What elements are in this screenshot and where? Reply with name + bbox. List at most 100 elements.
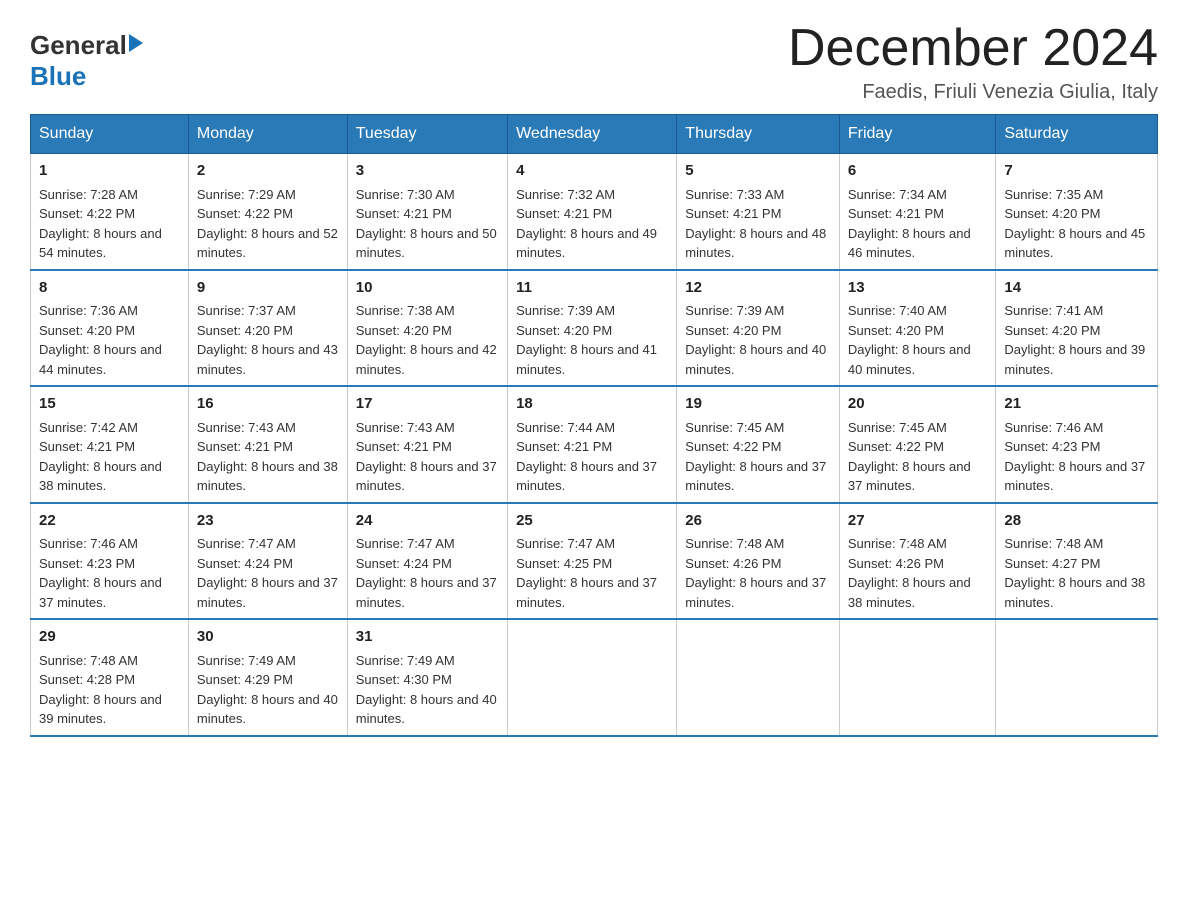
- calendar-cell: 23 Sunrise: 7:47 AMSunset: 4:24 PMDaylig…: [188, 503, 347, 620]
- day-number: 1: [39, 160, 180, 183]
- day-number: 3: [356, 160, 499, 183]
- day-info: Sunrise: 7:29 AMSunset: 4:22 PMDaylight:…: [197, 187, 338, 261]
- calendar-table: SundayMondayTuesdayWednesdayThursdayFrid…: [30, 114, 1158, 737]
- day-info: Sunrise: 7:47 AMSunset: 4:25 PMDaylight:…: [516, 536, 657, 610]
- calendar-cell: 14 Sunrise: 7:41 AMSunset: 4:20 PMDaylig…: [996, 270, 1158, 387]
- day-number: 28: [1004, 510, 1149, 533]
- calendar-cell: 28 Sunrise: 7:48 AMSunset: 4:27 PMDaylig…: [996, 503, 1158, 620]
- day-number: 9: [197, 277, 339, 300]
- day-number: 22: [39, 510, 180, 533]
- calendar-cell: 6 Sunrise: 7:34 AMSunset: 4:21 PMDayligh…: [839, 154, 995, 270]
- day-number: 16: [197, 393, 339, 416]
- day-info: Sunrise: 7:39 AMSunset: 4:20 PMDaylight:…: [685, 303, 826, 377]
- calendar-header-row: SundayMondayTuesdayWednesdayThursdayFrid…: [31, 115, 1158, 154]
- logo-general: General: [30, 30, 127, 61]
- day-info: Sunrise: 7:43 AMSunset: 4:21 PMDaylight:…: [197, 420, 338, 494]
- day-number: 5: [685, 160, 831, 183]
- day-number: 25: [516, 510, 668, 533]
- day-info: Sunrise: 7:28 AMSunset: 4:22 PMDaylight:…: [39, 187, 162, 261]
- calendar-cell: 22 Sunrise: 7:46 AMSunset: 4:23 PMDaylig…: [31, 503, 189, 620]
- calendar-cell: 15 Sunrise: 7:42 AMSunset: 4:21 PMDaylig…: [31, 386, 189, 503]
- calendar-cell: 29 Sunrise: 7:48 AMSunset: 4:28 PMDaylig…: [31, 619, 189, 736]
- calendar-cell: [677, 619, 840, 736]
- day-number: 18: [516, 393, 668, 416]
- day-info: Sunrise: 7:45 AMSunset: 4:22 PMDaylight:…: [848, 420, 971, 494]
- day-number: 17: [356, 393, 499, 416]
- day-number: 24: [356, 510, 499, 533]
- page-header: General Blue December 2024 Faedis, Friul…: [30, 20, 1158, 104]
- day-info: Sunrise: 7:33 AMSunset: 4:21 PMDaylight:…: [685, 187, 826, 261]
- calendar-cell: 24 Sunrise: 7:47 AMSunset: 4:24 PMDaylig…: [347, 503, 507, 620]
- calendar-cell: 18 Sunrise: 7:44 AMSunset: 4:21 PMDaylig…: [508, 386, 677, 503]
- subtitle: Faedis, Friuli Venezia Giulia, Italy: [788, 81, 1158, 104]
- calendar-cell: 31 Sunrise: 7:49 AMSunset: 4:30 PMDaylig…: [347, 619, 507, 736]
- calendar-cell: 27 Sunrise: 7:48 AMSunset: 4:26 PMDaylig…: [839, 503, 995, 620]
- calendar-cell: 26 Sunrise: 7:48 AMSunset: 4:26 PMDaylig…: [677, 503, 840, 620]
- calendar-header-friday: Friday: [839, 115, 995, 154]
- calendar-cell: 11 Sunrise: 7:39 AMSunset: 4:20 PMDaylig…: [508, 270, 677, 387]
- main-title: December 2024: [788, 20, 1158, 77]
- day-number: 13: [848, 277, 987, 300]
- calendar-cell: [839, 619, 995, 736]
- day-number: 6: [848, 160, 987, 183]
- day-info: Sunrise: 7:32 AMSunset: 4:21 PMDaylight:…: [516, 187, 657, 261]
- calendar-header-tuesday: Tuesday: [347, 115, 507, 154]
- day-info: Sunrise: 7:49 AMSunset: 4:29 PMDaylight:…: [197, 653, 338, 727]
- logo-blue: Blue: [30, 61, 86, 92]
- day-number: 7: [1004, 160, 1149, 183]
- day-info: Sunrise: 7:48 AMSunset: 4:28 PMDaylight:…: [39, 653, 162, 727]
- day-number: 31: [356, 626, 499, 649]
- day-info: Sunrise: 7:43 AMSunset: 4:21 PMDaylight:…: [356, 420, 497, 494]
- day-info: Sunrise: 7:48 AMSunset: 4:26 PMDaylight:…: [848, 536, 971, 610]
- day-number: 26: [685, 510, 831, 533]
- calendar-cell: 30 Sunrise: 7:49 AMSunset: 4:29 PMDaylig…: [188, 619, 347, 736]
- day-info: Sunrise: 7:34 AMSunset: 4:21 PMDaylight:…: [848, 187, 971, 261]
- day-info: Sunrise: 7:47 AMSunset: 4:24 PMDaylight:…: [356, 536, 497, 610]
- calendar-cell: 25 Sunrise: 7:47 AMSunset: 4:25 PMDaylig…: [508, 503, 677, 620]
- day-info: Sunrise: 7:30 AMSunset: 4:21 PMDaylight:…: [356, 187, 497, 261]
- calendar-cell: 10 Sunrise: 7:38 AMSunset: 4:20 PMDaylig…: [347, 270, 507, 387]
- calendar-week-row: 1 Sunrise: 7:28 AMSunset: 4:22 PMDayligh…: [31, 154, 1158, 270]
- day-number: 2: [197, 160, 339, 183]
- day-number: 14: [1004, 277, 1149, 300]
- logo-arrow-icon: [129, 34, 143, 52]
- calendar-header-sunday: Sunday: [31, 115, 189, 154]
- day-number: 12: [685, 277, 831, 300]
- day-info: Sunrise: 7:44 AMSunset: 4:21 PMDaylight:…: [516, 420, 657, 494]
- calendar-cell: 13 Sunrise: 7:40 AMSunset: 4:20 PMDaylig…: [839, 270, 995, 387]
- day-info: Sunrise: 7:37 AMSunset: 4:20 PMDaylight:…: [197, 303, 338, 377]
- day-number: 29: [39, 626, 180, 649]
- calendar-header-monday: Monday: [188, 115, 347, 154]
- calendar-cell: 21 Sunrise: 7:46 AMSunset: 4:23 PMDaylig…: [996, 386, 1158, 503]
- day-number: 20: [848, 393, 987, 416]
- calendar-cell: 20 Sunrise: 7:45 AMSunset: 4:22 PMDaylig…: [839, 386, 995, 503]
- calendar-cell: 19 Sunrise: 7:45 AMSunset: 4:22 PMDaylig…: [677, 386, 840, 503]
- day-info: Sunrise: 7:42 AMSunset: 4:21 PMDaylight:…: [39, 420, 162, 494]
- day-number: 8: [39, 277, 180, 300]
- day-number: 30: [197, 626, 339, 649]
- calendar-cell: 16 Sunrise: 7:43 AMSunset: 4:21 PMDaylig…: [188, 386, 347, 503]
- day-info: Sunrise: 7:38 AMSunset: 4:20 PMDaylight:…: [356, 303, 497, 377]
- calendar-cell: 8 Sunrise: 7:36 AMSunset: 4:20 PMDayligh…: [31, 270, 189, 387]
- calendar-cell: 17 Sunrise: 7:43 AMSunset: 4:21 PMDaylig…: [347, 386, 507, 503]
- calendar-cell: 9 Sunrise: 7:37 AMSunset: 4:20 PMDayligh…: [188, 270, 347, 387]
- calendar-cell: 3 Sunrise: 7:30 AMSunset: 4:21 PMDayligh…: [347, 154, 507, 270]
- day-number: 27: [848, 510, 987, 533]
- day-info: Sunrise: 7:46 AMSunset: 4:23 PMDaylight:…: [39, 536, 162, 610]
- calendar-cell: 4 Sunrise: 7:32 AMSunset: 4:21 PMDayligh…: [508, 154, 677, 270]
- logo: General Blue: [30, 30, 143, 92]
- day-number: 11: [516, 277, 668, 300]
- day-info: Sunrise: 7:40 AMSunset: 4:20 PMDaylight:…: [848, 303, 971, 377]
- day-info: Sunrise: 7:36 AMSunset: 4:20 PMDaylight:…: [39, 303, 162, 377]
- day-info: Sunrise: 7:41 AMSunset: 4:20 PMDaylight:…: [1004, 303, 1145, 377]
- day-number: 15: [39, 393, 180, 416]
- day-info: Sunrise: 7:39 AMSunset: 4:20 PMDaylight:…: [516, 303, 657, 377]
- day-number: 19: [685, 393, 831, 416]
- calendar-header-thursday: Thursday: [677, 115, 840, 154]
- day-number: 21: [1004, 393, 1149, 416]
- calendar-cell: [508, 619, 677, 736]
- day-number: 4: [516, 160, 668, 183]
- calendar-week-row: 8 Sunrise: 7:36 AMSunset: 4:20 PMDayligh…: [31, 270, 1158, 387]
- calendar-header-wednesday: Wednesday: [508, 115, 677, 154]
- calendar-header-saturday: Saturday: [996, 115, 1158, 154]
